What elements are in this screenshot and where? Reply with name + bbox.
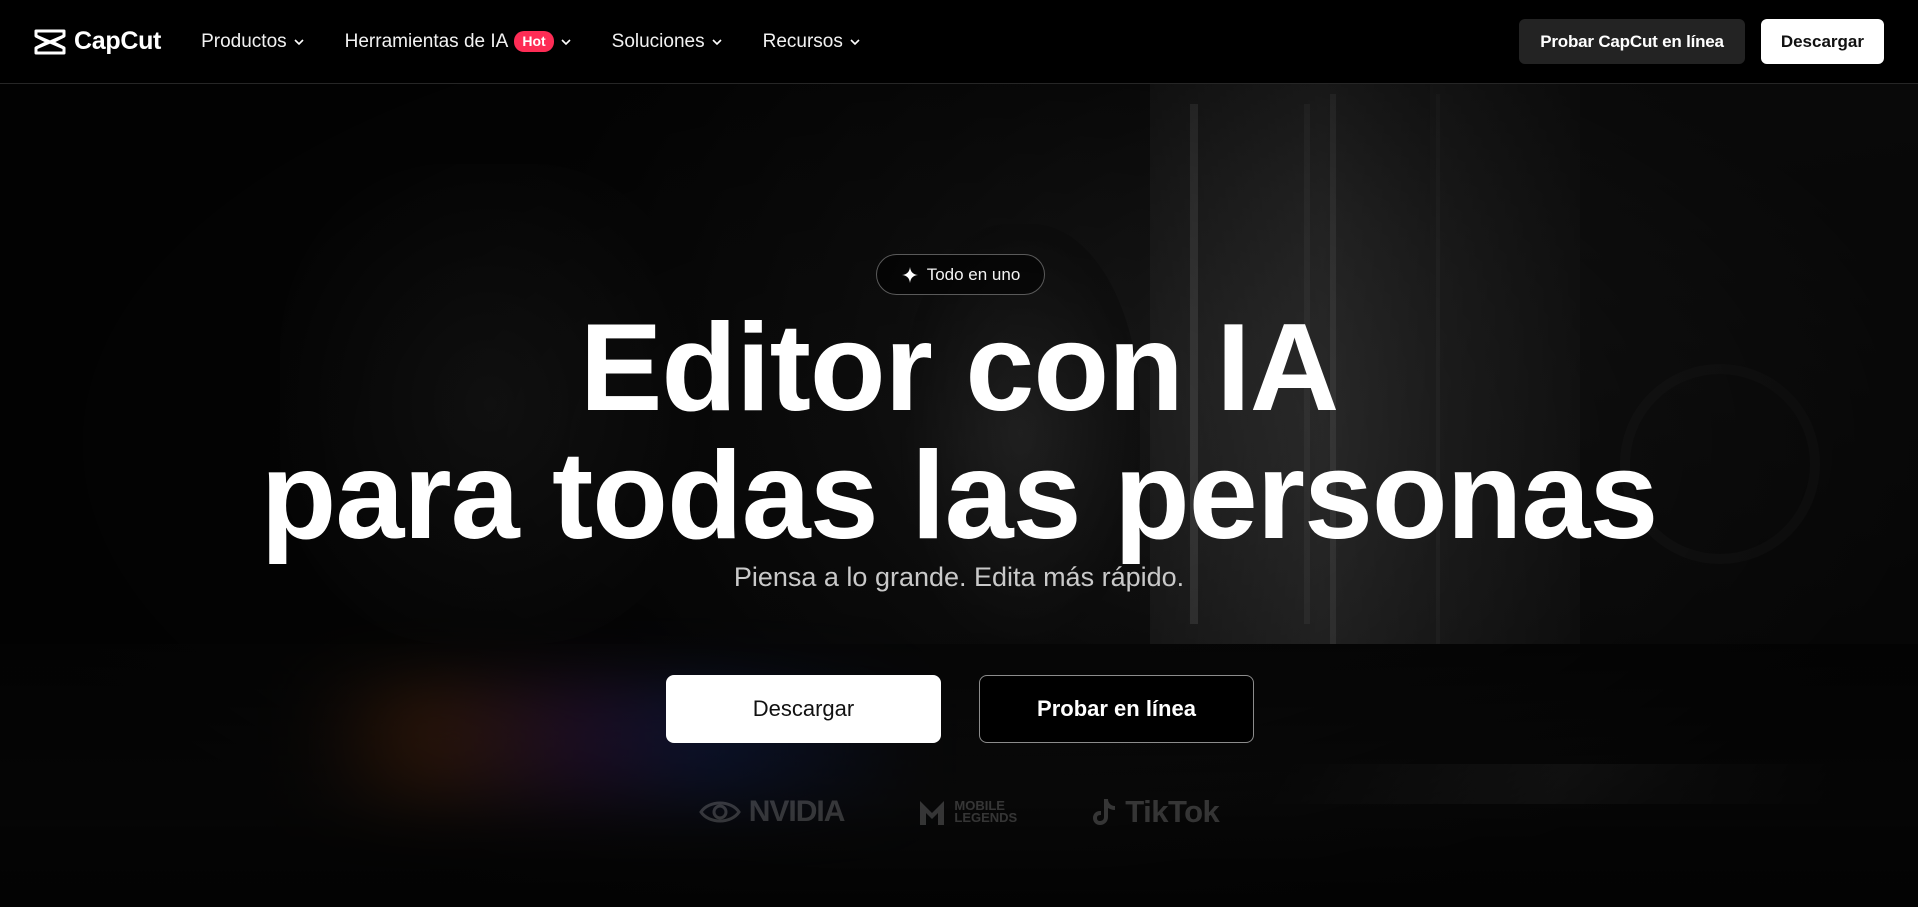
hot-badge: Hot — [514, 31, 554, 52]
nav-productos[interactable]: Productos — [201, 31, 305, 53]
nav-label: Recursos — [762, 30, 843, 52]
hero-try-online-button[interactable]: Probar en línea — [979, 675, 1254, 743]
partner-logos: NVIDIA MOBILE LEGENDS TikTok — [0, 794, 1918, 830]
tiktok-logo: TikTok — [1091, 794, 1220, 830]
headline-line-1: Editor con IA — [579, 299, 1340, 437]
header-download-button[interactable]: Descargar — [1760, 19, 1884, 64]
chevron-down-icon — [294, 38, 304, 45]
nav-label: Productos — [201, 30, 287, 52]
partner-name-stack: MOBILE LEGENDS — [954, 799, 1018, 825]
partner-name: TikTok — [1125, 794, 1220, 829]
tiktok-note-icon — [1093, 799, 1116, 825]
chevron-down-icon — [850, 38, 860, 45]
hero-headline: Editor con IA para todas las personas — [0, 304, 1918, 560]
chevron-down-icon — [561, 38, 571, 45]
header-actions: Probar CapCut en línea Descargar — [1519, 19, 1884, 64]
hero-subtitle: Piensa a lo grande. Edita más rápido. — [733, 562, 1185, 592]
mobile-legends-icon — [920, 801, 945, 825]
mobile-legends-logo: MOBILE LEGENDS — [918, 797, 1017, 827]
partner-name-line2: LEGENDS — [954, 810, 1018, 825]
all-in-one-pill: Todo en uno — [876, 254, 1045, 295]
hero-section: Todo en uno Editor con IA para todas las… — [0, 84, 1918, 907]
pill-label: Todo en uno — [926, 264, 1021, 284]
try-capcut-online-button[interactable]: Probar CapCut en línea — [1519, 19, 1745, 64]
page: CapCut Productos Herramientas de IA Hot … — [0, 0, 1918, 907]
chevron-down-icon — [712, 38, 722, 45]
headline-line-2: para todas las personas — [260, 427, 1659, 565]
capcut-logo-icon — [34, 29, 66, 54]
nvidia-logo: NVIDIA — [698, 795, 846, 829]
nav-herramientas-ia[interactable]: Herramientas de IA Hot — [345, 31, 572, 53]
top-navbar: CapCut Productos Herramientas de IA Hot … — [0, 0, 1918, 84]
sparkle-icon — [901, 266, 918, 283]
partner-name: NVIDIA — [748, 795, 846, 828]
nvidia-eye-icon — [698, 801, 741, 823]
nav-recursos[interactable]: Recursos — [763, 31, 861, 53]
brand-name: CapCut — [74, 27, 162, 55]
capcut-logo[interactable]: CapCut — [34, 27, 161, 56]
nav-label: Soluciones — [611, 30, 705, 52]
main-nav: Productos Herramientas de IA Hot Solucio… — [201, 31, 861, 53]
nav-label: Herramientas de IA — [344, 30, 509, 52]
nav-soluciones[interactable]: Soluciones — [612, 31, 723, 53]
hero-download-button[interactable]: Descargar — [666, 675, 941, 743]
